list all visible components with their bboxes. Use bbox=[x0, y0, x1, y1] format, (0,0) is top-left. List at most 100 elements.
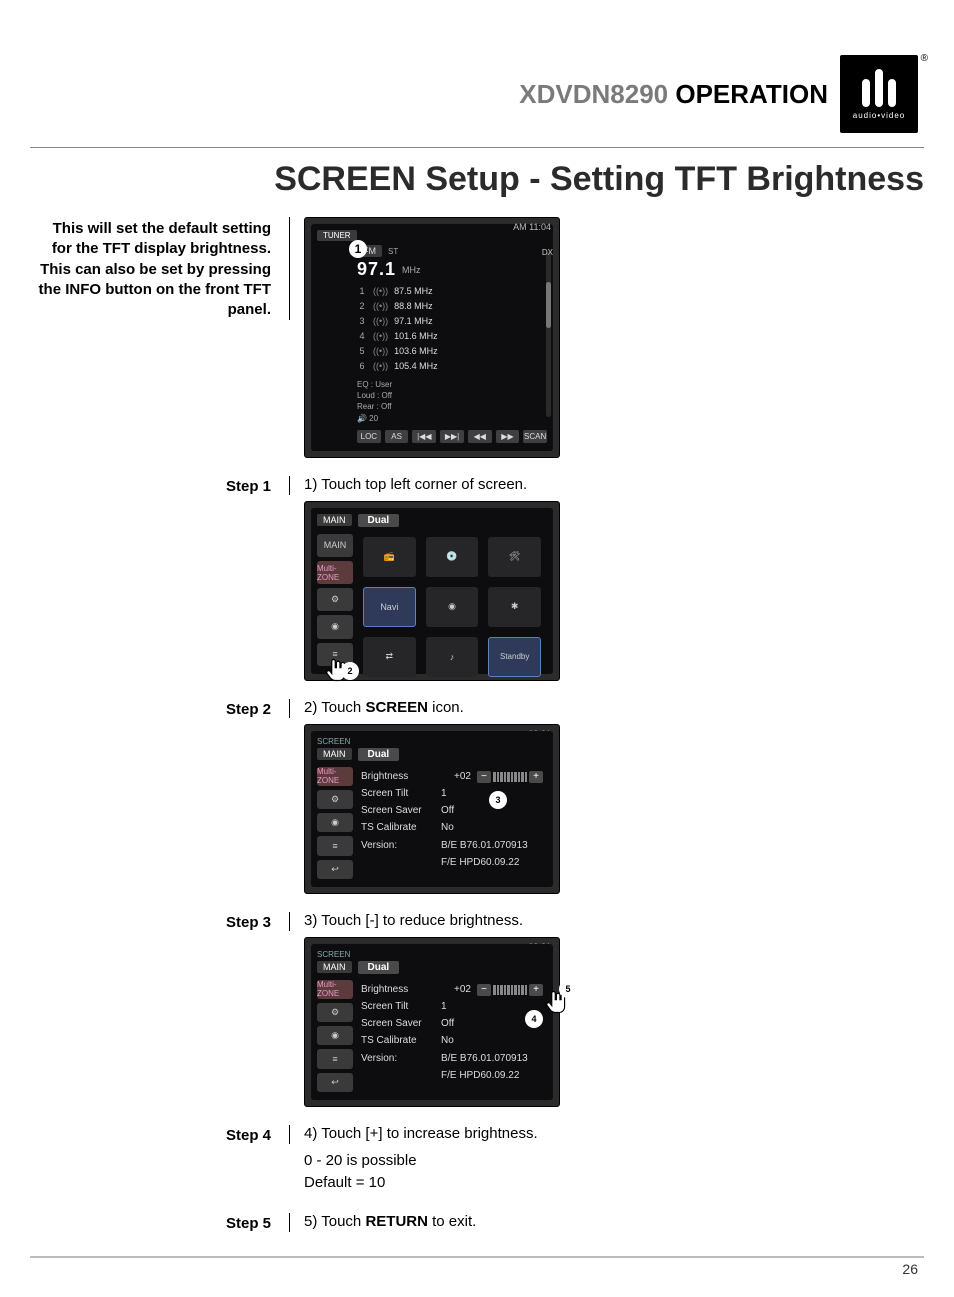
tuner-footer-buttons: LOC AS |◀◀ ▶▶| ◀◀ ▶▶ SCAN bbox=[357, 430, 547, 443]
main-tab[interactable]: MAIN bbox=[317, 961, 352, 973]
loc-button[interactable]: LOC bbox=[357, 430, 381, 443]
step-3-row: Step 3 3) Touch [-] to reduce brightness… bbox=[30, 912, 924, 1119]
brand-badge: Dual bbox=[358, 961, 400, 974]
aux-icon[interactable]: ♪ bbox=[426, 637, 479, 677]
side-icon-1[interactable]: ⚙ bbox=[317, 588, 353, 611]
logo-subtext: audio•video bbox=[853, 111, 906, 120]
side-multizone[interactable]: Multi-ZONE bbox=[317, 767, 353, 786]
side-icon-2[interactable]: ◉ bbox=[317, 813, 353, 832]
step-1-label: Step 1 bbox=[30, 476, 290, 495]
side-return[interactable]: ↩ bbox=[317, 1073, 353, 1092]
main-tab[interactable]: MAIN bbox=[317, 514, 352, 526]
brightness-value: +02 bbox=[441, 771, 471, 782]
settings-icon[interactable]: 🛠 bbox=[488, 537, 541, 577]
scrollbar[interactable] bbox=[546, 252, 551, 417]
step-4-row: Step 4 4) Touch [+] to increase brightne… bbox=[30, 1125, 924, 1195]
side-icon-3[interactable]: ≡ bbox=[317, 836, 353, 855]
main-tab[interactable]: MAIN bbox=[317, 748, 352, 760]
section-title: SCREEN Setup - Setting TFT Brightness bbox=[30, 160, 924, 199]
step-5-text: 5) Touch RETURN to exit. bbox=[304, 1213, 924, 1230]
callout-5: 5 bbox=[559, 980, 577, 998]
usb-icon[interactable]: ⇄ bbox=[363, 637, 416, 677]
brightness-plus-button[interactable]: + bbox=[529, 984, 543, 996]
standby-button[interactable]: Standby bbox=[488, 637, 541, 677]
rear-info: Rear : Off bbox=[357, 401, 547, 412]
side-multizone[interactable]: Multi-ZONE bbox=[317, 980, 353, 999]
model-number: XDVDN8290 bbox=[519, 79, 668, 109]
cd-icon[interactable]: ◉ bbox=[426, 587, 479, 627]
step-1-row: Step 1 1) Touch top left corner of scree… bbox=[30, 476, 924, 693]
brightness-bar bbox=[493, 772, 527, 782]
lead-text: This will set the default setting for th… bbox=[30, 217, 290, 320]
side-icon-1[interactable]: ⚙ bbox=[317, 790, 353, 809]
bluetooth-icon[interactable]: ✱ bbox=[488, 587, 541, 627]
logo-bars-icon bbox=[862, 69, 896, 107]
page-footer: 26 bbox=[30, 1238, 924, 1277]
side-icon-1[interactable]: ⚙ bbox=[317, 1003, 353, 1022]
frequency-readout: 97.1 bbox=[357, 259, 396, 280]
screen-label: SCREEN bbox=[317, 950, 547, 959]
brand-logo: ® audio•video bbox=[840, 55, 918, 133]
clock-readout: AM 11:04 bbox=[513, 222, 551, 232]
screen-label: SCREEN bbox=[317, 737, 547, 746]
prev-track-button[interactable]: |◀◀ bbox=[412, 430, 436, 443]
callout-4: 4 bbox=[525, 1010, 543, 1028]
step-4-label: Step 4 bbox=[30, 1125, 290, 1144]
callout-3: 3 bbox=[489, 791, 507, 809]
lead-row: This will set the default setting for th… bbox=[30, 217, 924, 470]
screenshot-tuner: AM 11:04 TUNER FM ST 97.1 MHz 1 bbox=[304, 217, 560, 458]
brightness-range-note: 0 - 20 is possible Default = 10 bbox=[304, 1150, 924, 1195]
step-5-label: Step 5 bbox=[30, 1213, 290, 1232]
header-title: XDVDN8290 OPERATION bbox=[519, 79, 828, 110]
operation-word: OPERATION bbox=[675, 79, 828, 109]
brightness-bar bbox=[493, 985, 527, 995]
navi-button[interactable]: Navi bbox=[363, 587, 416, 627]
preset-list: 1((•))87.5 MHz 2((•))88.8 MHz 3((•))97.1… bbox=[357, 284, 547, 373]
disc-icon[interactable]: 💿 bbox=[426, 537, 479, 577]
brightness-value: +02 bbox=[441, 984, 471, 995]
side-icon-2[interactable]: ◉ bbox=[317, 1026, 353, 1045]
brightness-row: Brightness +02 − + bbox=[361, 983, 543, 997]
callout-1: 1 bbox=[349, 240, 367, 258]
brightness-minus-button[interactable]: − bbox=[477, 984, 491, 996]
scan-button[interactable]: SCAN bbox=[523, 430, 547, 443]
brightness-minus-button[interactable]: − bbox=[477, 771, 491, 783]
brightness-row: Brightness +02 − + bbox=[361, 770, 543, 784]
eq-info: EQ : User bbox=[357, 379, 547, 390]
side-multizone[interactable]: Multi-ZONE bbox=[317, 561, 353, 584]
volume-info: 🔊 20 bbox=[357, 413, 547, 424]
screenshot-main-menu: MAIN Dual MAIN Multi-ZONE ⚙ ◉ ≡ 📻 💿 🛠 bbox=[304, 501, 560, 681]
frequency-unit: MHz bbox=[402, 265, 421, 275]
step-3-text: 3) Touch [-] to reduce brightness. bbox=[304, 912, 924, 929]
step-2-text: 2) Touch SCREEN icon. bbox=[304, 699, 924, 716]
page-header: XDVDN8290 OPERATION ® audio•video bbox=[30, 55, 924, 133]
side-return[interactable]: ↩ bbox=[317, 860, 353, 879]
header-rule bbox=[30, 147, 924, 148]
callout-2: 2 bbox=[341, 662, 359, 680]
side-main[interactable]: MAIN bbox=[317, 534, 353, 557]
step-4-text: 4) Touch [+] to increase brightness. bbox=[304, 1125, 924, 1142]
screenshot-screen-settings-a: 09:21 SCREEN MAIN Dual Multi-ZONE ⚙ ◉ ≡ … bbox=[304, 724, 560, 894]
stereo-indicator: ST bbox=[388, 247, 398, 256]
step-2-label: Step 2 bbox=[30, 699, 290, 718]
page-number: 26 bbox=[30, 1261, 924, 1277]
manual-page: XDVDN8290 OPERATION ® audio•video SCREEN… bbox=[0, 0, 954, 1297]
brand-badge: Dual bbox=[358, 748, 400, 761]
brightness-plus-button[interactable]: + bbox=[529, 771, 543, 783]
as-button[interactable]: AS bbox=[385, 430, 409, 443]
radio-icon[interactable]: 📻 bbox=[363, 537, 416, 577]
next-track-button[interactable]: ▶▶| bbox=[440, 430, 464, 443]
step-3-label: Step 3 bbox=[30, 912, 290, 931]
loud-info: Loud : Off bbox=[357, 390, 547, 401]
rewind-button[interactable]: ◀◀ bbox=[468, 430, 492, 443]
registered-mark: ® bbox=[921, 53, 928, 64]
forward-button[interactable]: ▶▶ bbox=[496, 430, 520, 443]
menu-sidebar: MAIN Multi-ZONE ⚙ ◉ ≡ bbox=[317, 534, 353, 666]
screen-label-tuner: TUNER bbox=[317, 230, 357, 241]
dx-indicator: DX bbox=[542, 248, 553, 257]
step-5-row: Step 5 5) Touch RETURN to exit. bbox=[30, 1213, 924, 1238]
step-1-text: 1) Touch top left corner of screen. bbox=[304, 476, 924, 493]
side-icon-3[interactable]: ≡ bbox=[317, 1049, 353, 1068]
side-icon-2[interactable]: ◉ bbox=[317, 615, 353, 638]
menu-grid: 📻 💿 🛠 Navi ◉ ✱ ⇄ ♪ Standby bbox=[357, 527, 547, 687]
